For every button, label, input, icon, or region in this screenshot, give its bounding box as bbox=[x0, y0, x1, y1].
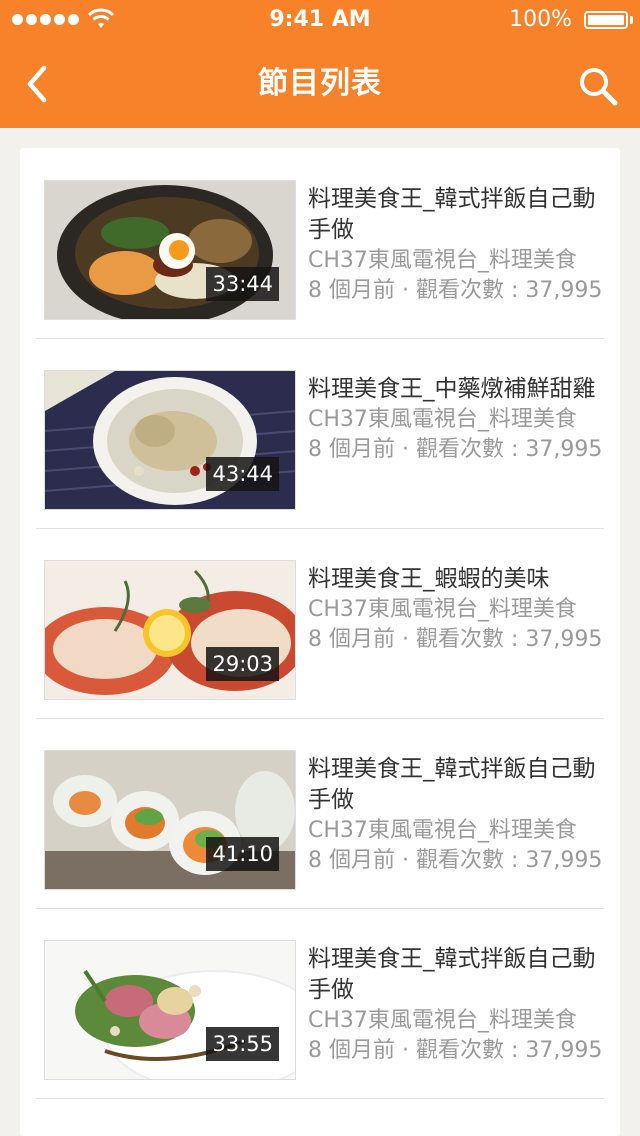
video-channel: CH37東風電視台_料理美食 bbox=[308, 597, 577, 622]
video-list-item[interactable]: 29:03 料理美食王_蝦蝦的美味 CH37東風電視台_料理美食 8 個月前 ·… bbox=[36, 528, 604, 719]
video-thumbnail[interactable]: 29:03 bbox=[44, 560, 296, 700]
video-list-item[interactable]: 33:55 料理美食王_韓式拌飯自己動手做 CH37東風電視台_料理美食 8 個… bbox=[36, 908, 604, 1099]
video-list-item[interactable]: 33:44 料理美食王_韓式拌飯自己動手做 CH37東風電視台_料理美食 8 個… bbox=[36, 148, 604, 339]
video-title[interactable]: 料理美食王_韓式拌飯自己動手做 bbox=[308, 944, 608, 1006]
page-title: 節目列表 bbox=[258, 66, 382, 101]
video-channel: CH37東風電視台_料理美食 bbox=[308, 818, 577, 843]
search-icon[interactable] bbox=[576, 64, 620, 108]
navigation-bar: 節目列表 bbox=[0, 40, 640, 128]
video-stats: 8 個月前 · 觀看次數 : 37,995 bbox=[308, 627, 603, 652]
video-stats: 8 個月前 · 觀看次數 : 37,995 bbox=[308, 1038, 603, 1063]
video-title[interactable]: 料理美食王_蝦蝦的美味 bbox=[308, 564, 608, 595]
video-title[interactable]: 料理美食王_韓式拌飯自己動手做 bbox=[308, 184, 608, 246]
app-header: 9:41 AM 100% 節目列表 bbox=[0, 0, 640, 128]
video-duration: 29:03 bbox=[206, 647, 279, 681]
video-title[interactable]: 料理美食王_中藥燉補鮮甜雞 bbox=[308, 374, 608, 405]
video-thumbnail[interactable]: 33:44 bbox=[44, 180, 296, 320]
status-bar: 9:41 AM 100% bbox=[0, 0, 640, 40]
video-duration: 43:44 bbox=[206, 457, 279, 491]
video-thumbnail[interactable]: 43:44 bbox=[44, 370, 296, 510]
video-list-item[interactable]: 41:10 料理美食王_韓式拌飯自己動手做 CH37東風電視台_料理美食 8 個… bbox=[36, 718, 604, 909]
battery-icon bbox=[584, 11, 628, 29]
video-thumbnail[interactable]: 33:55 bbox=[44, 940, 296, 1080]
battery-percentage: 100% bbox=[509, 7, 572, 32]
video-list: 33:44 料理美食王_韓式拌飯自己動手做 CH37東風電視台_料理美食 8 個… bbox=[20, 148, 620, 1136]
battery-tip bbox=[630, 16, 633, 24]
video-title[interactable]: 料理美食王_韓式拌飯自己動手做 bbox=[308, 754, 608, 816]
video-duration: 33:55 bbox=[206, 1027, 279, 1061]
video-duration: 41:10 bbox=[206, 837, 279, 871]
video-list-item[interactable]: 43:44 料理美食王_中藥燉補鮮甜雞 CH37東風電視台_料理美食 8 個月前… bbox=[36, 338, 604, 529]
video-stats: 8 個月前 · 觀看次數 : 37,995 bbox=[308, 437, 603, 462]
video-thumbnail[interactable]: 41:10 bbox=[44, 750, 296, 890]
video-stats: 8 個月前 · 觀看次數 : 37,995 bbox=[308, 848, 603, 873]
video-stats: 8 個月前 · 觀看次數 : 37,995 bbox=[308, 278, 603, 303]
video-channel: CH37東風電視台_料理美食 bbox=[308, 1008, 577, 1033]
video-duration: 33:44 bbox=[206, 267, 279, 301]
video-channel: CH37東風電視台_料理美食 bbox=[308, 248, 577, 273]
video-channel: CH37東風電視台_料理美食 bbox=[308, 407, 577, 432]
